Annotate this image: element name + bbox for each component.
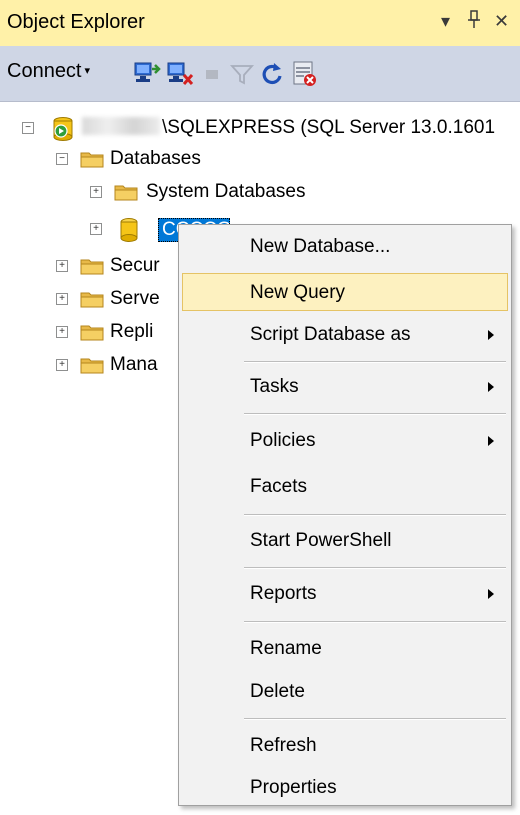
collapse-icon[interactable]: − bbox=[56, 153, 68, 165]
collapse-icon[interactable]: − bbox=[22, 122, 34, 134]
submenu-arrow-icon bbox=[488, 382, 494, 392]
panel-title: Object Explorer bbox=[7, 11, 145, 33]
expand-icon[interactable]: + bbox=[56, 293, 68, 305]
folder-icon bbox=[80, 259, 104, 275]
expand-icon[interactable]: + bbox=[56, 260, 68, 272]
connect-label: Connect bbox=[7, 60, 82, 82]
replication-label: Repli bbox=[110, 321, 154, 342]
filter-icon[interactable] bbox=[228, 60, 256, 88]
menu-separator bbox=[244, 361, 506, 363]
menu-item-tasks[interactable]: Tasks bbox=[182, 368, 508, 406]
menu-item-delete[interactable]: Delete bbox=[182, 673, 508, 711]
database-icon bbox=[120, 218, 138, 242]
databases-label: Databases bbox=[110, 148, 201, 169]
refresh-icon[interactable] bbox=[258, 60, 286, 88]
menu-separator bbox=[244, 514, 506, 516]
submenu-arrow-icon bbox=[488, 330, 494, 340]
folder-icon bbox=[114, 185, 138, 201]
server-node[interactable]: − \SQLEXPRESS (SQL Server 13.0.1601 bbox=[0, 114, 520, 142]
security-label: Secur bbox=[110, 255, 160, 276]
tree-item-server-objects[interactable]: + Serve bbox=[0, 285, 180, 313]
expand-icon[interactable]: + bbox=[90, 186, 102, 198]
server-objects-label: Serve bbox=[110, 288, 160, 309]
server-label: \SQLEXPRESS (SQL Server 13.0.1601 bbox=[82, 114, 495, 142]
menu-separator bbox=[244, 621, 506, 623]
menu-separator bbox=[244, 718, 506, 720]
object-explorer-toolbar: Connect ▾ bbox=[0, 46, 520, 102]
menu-item-script-database-as[interactable]: Script Database as bbox=[182, 316, 508, 354]
expand-icon[interactable]: + bbox=[56, 326, 68, 338]
activity-monitor-icon[interactable] bbox=[290, 60, 318, 88]
stop-icon[interactable] bbox=[198, 60, 226, 88]
menu-separator bbox=[244, 413, 506, 415]
expand-icon[interactable]: + bbox=[90, 223, 102, 235]
menu-item-refresh[interactable]: Refresh bbox=[182, 727, 508, 765]
disconnect-icon[interactable] bbox=[166, 60, 194, 88]
connect-button[interactable]: Connect ▾ bbox=[7, 60, 90, 83]
chevron-down-icon[interactable]: ▾ bbox=[85, 65, 91, 77]
menu-item-new-database[interactable]: New Database... bbox=[182, 228, 508, 266]
object-explorer-titlebar: Object Explorer ▾ ✕ bbox=[0, 0, 520, 46]
expand-icon[interactable]: + bbox=[56, 359, 68, 371]
folder-icon bbox=[80, 358, 104, 374]
folder-icon bbox=[80, 325, 104, 341]
tree-item-databases[interactable]: − Databases bbox=[0, 145, 520, 173]
tree-item-replication[interactable]: + Repli bbox=[0, 318, 180, 346]
submenu-arrow-icon bbox=[488, 436, 494, 446]
submenu-arrow-icon bbox=[488, 589, 494, 599]
menu-separator bbox=[244, 567, 506, 569]
menu-item-facets[interactable]: Facets bbox=[182, 468, 508, 506]
redacted-server-name bbox=[82, 117, 160, 135]
tree-item-security[interactable]: + Secur bbox=[0, 252, 180, 280]
menu-item-policies[interactable]: Policies bbox=[182, 422, 508, 460]
menu-item-start-powershell[interactable]: Start PowerShell bbox=[182, 522, 508, 560]
folder-icon bbox=[80, 152, 104, 168]
menu-icon-gutter bbox=[179, 225, 235, 805]
pin-icon[interactable] bbox=[466, 9, 482, 33]
connect-object-explorer-icon[interactable] bbox=[133, 60, 161, 88]
menu-item-new-query[interactable]: New Query bbox=[182, 273, 508, 311]
menu-item-rename[interactable]: Rename bbox=[182, 630, 508, 668]
folder-icon bbox=[80, 292, 104, 308]
system-databases-label: System Databases bbox=[146, 181, 306, 202]
tree-item-management[interactable]: + Mana bbox=[0, 351, 180, 379]
tree-item-system-databases[interactable]: + System Databases bbox=[0, 178, 520, 206]
server-icon bbox=[53, 117, 73, 141]
menu-item-properties[interactable]: Properties bbox=[182, 769, 508, 807]
database-context-menu: New Database... New Query Script Databas… bbox=[178, 224, 512, 806]
window-position-dropdown-icon[interactable]: ▾ bbox=[441, 9, 450, 33]
close-icon[interactable]: ✕ bbox=[494, 9, 509, 33]
menu-item-reports[interactable]: Reports bbox=[182, 575, 508, 613]
management-label: Mana bbox=[110, 354, 158, 375]
